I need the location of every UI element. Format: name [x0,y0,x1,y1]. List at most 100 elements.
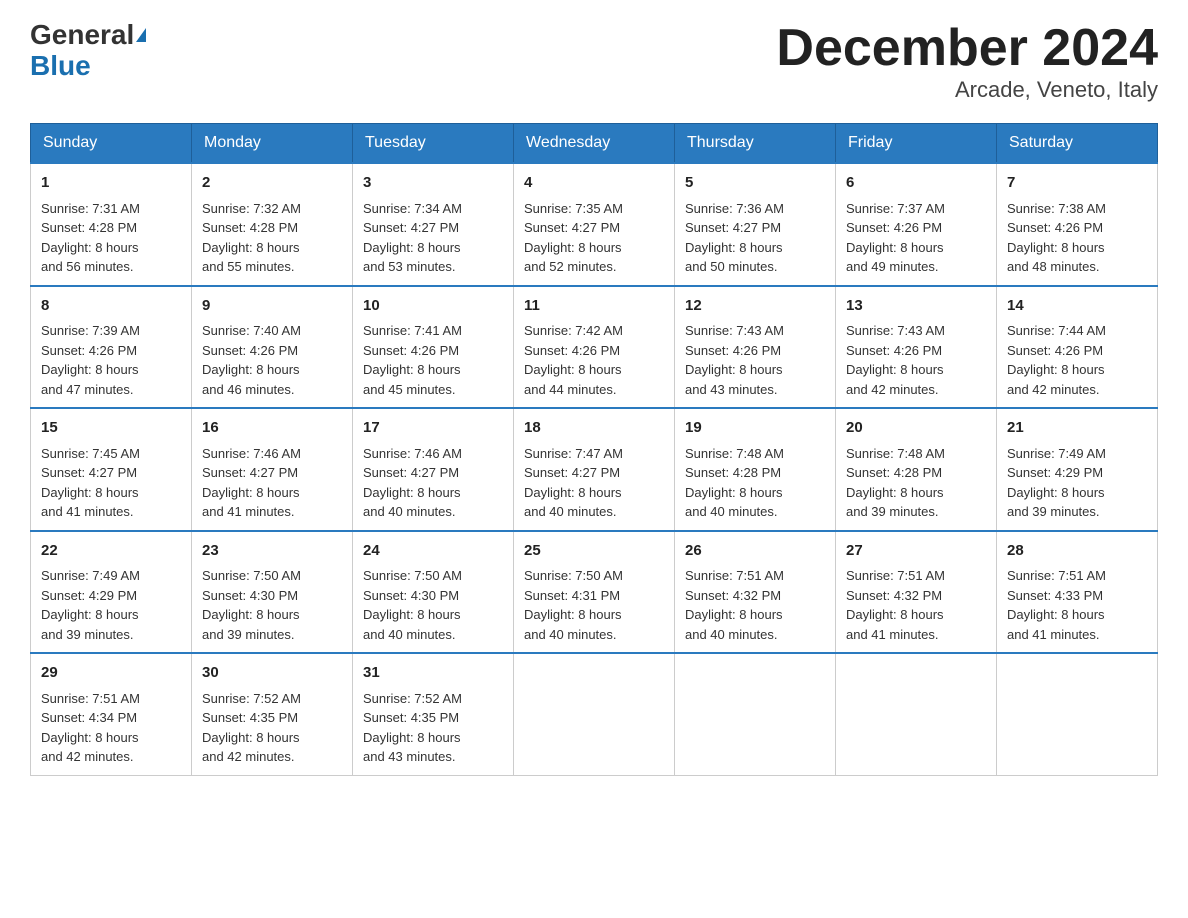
col-header-tuesday: Tuesday [353,124,514,164]
calendar-cell [836,653,997,775]
day-number: 10 [363,295,503,318]
col-header-thursday: Thursday [675,124,836,164]
day-info: Sunrise: 7:35 AMSunset: 4:27 PMDaylight:… [524,199,664,277]
day-number: 27 [846,540,986,563]
week-row-4: 22 Sunrise: 7:49 AMSunset: 4:29 PMDayligh… [31,531,1158,654]
day-number: 3 [363,172,503,195]
day-info: Sunrise: 7:50 AMSunset: 4:30 PMDaylight:… [202,566,342,644]
day-info: Sunrise: 7:46 AMSunset: 4:27 PMDaylight:… [363,444,503,522]
calendar-title: December 2024 [776,20,1158,77]
calendar-cell: 28Sunrise: 7:51 AMSunset: 4:33 PMDayligh… [997,531,1158,654]
day-info: Sunrise: 7:47 AMSunset: 4:27 PMDaylight:… [524,444,664,522]
week-row-1: 1Sunrise: 7:31 AMSunset: 4:28 PMDaylight… [31,163,1158,286]
calendar-cell [997,653,1158,775]
day-info: Sunrise: 7:39 AMSunset: 4:26 PMDaylight:… [41,321,181,399]
day-number: 17 [363,417,503,440]
calendar-cell: 3 Sunrise: 7:34 AMSunset: 4:27 PMDaylight… [353,163,514,286]
day-info: Sunrise: 7:51 AMSunset: 4:32 PMDaylight:… [685,566,825,644]
day-number: 21 [1007,417,1147,440]
col-header-monday: Monday [192,124,353,164]
day-number: 1 [41,172,181,195]
day-number: 25 [524,540,664,563]
day-info: Sunrise: 7:36 AMSunset: 4:27 PMDaylight:… [685,199,825,277]
calendar-cell: 12 Sunrise: 7:43 AMSunset: 4:26 PMDayligh… [675,286,836,409]
title-block: December 2024 Arcade, Veneto, Italy [776,20,1158,103]
calendar-cell: 16Sunrise: 7:46 AMSunset: 4:27 PMDayligh… [192,408,353,531]
day-number: 4 [524,172,664,195]
day-number: 26 [685,540,825,563]
day-number: 22 [41,540,181,563]
calendar-subtitle: Arcade, Veneto, Italy [776,77,1158,103]
day-number: 6 [846,172,986,195]
day-info: Sunrise: 7:32 AMSunset: 4:28 PMDaylight:… [202,199,342,277]
day-info: Sunrise: 7:51 AMSunset: 4:32 PMDaylight:… [846,566,986,644]
day-info: Sunrise: 7:48 AMSunset: 4:28 PMDaylight:… [685,444,825,522]
calendar-cell: 14 Sunrise: 7:44 AMSunset: 4:26 PMDayligh… [997,286,1158,409]
day-info: Sunrise: 7:45 AMSunset: 4:27 PMDaylight:… [41,444,181,522]
day-number: 16 [202,417,342,440]
day-number: 12 [685,295,825,318]
day-info: Sunrise: 7:43 AMSunset: 4:26 PMDaylight:… [685,321,825,399]
day-info: Sunrise: 7:50 AMSunset: 4:30 PMDaylight:… [363,566,503,644]
day-number: 7 [1007,172,1147,195]
calendar-cell: 30 Sunrise: 7:52 AMSunset: 4:35 PMDayligh… [192,653,353,775]
calendar-cell: 18 Sunrise: 7:47 AMSunset: 4:27 PMDayligh… [514,408,675,531]
day-info: Sunrise: 7:48 AMSunset: 4:28 PMDaylight:… [846,444,986,522]
day-number: 2 [202,172,342,195]
calendar-cell: 31Sunrise: 7:52 AMSunset: 4:35 PMDayligh… [353,653,514,775]
col-header-friday: Friday [836,124,997,164]
day-number: 24 [363,540,503,563]
calendar-header-row: SundayMondayTuesdayWednesdayThursdayFrid… [31,124,1158,164]
calendar-cell: 10 Sunrise: 7:41 AMSunset: 4:26 PMDayligh… [353,286,514,409]
calendar-cell: 5 Sunrise: 7:36 AMSunset: 4:27 PMDaylight… [675,163,836,286]
day-number: 9 [202,295,342,318]
day-number: 18 [524,417,664,440]
day-info: Sunrise: 7:49 AMSunset: 4:29 PMDaylight:… [1007,444,1147,522]
calendar-cell: 23 Sunrise: 7:50 AMSunset: 4:30 PMDayligh… [192,531,353,654]
day-number: 28 [1007,540,1147,563]
page-header: General Blue December 2024 Arcade, Venet… [30,20,1158,103]
day-info: Sunrise: 7:43 AMSunset: 4:26 PMDaylight:… [846,321,986,399]
day-info: Sunrise: 7:41 AMSunset: 4:26 PMDaylight:… [363,321,503,399]
day-number: 30 [202,662,342,685]
day-number: 14 [1007,295,1147,318]
day-info: Sunrise: 7:42 AMSunset: 4:26 PMDaylight:… [524,321,664,399]
calendar-cell [514,653,675,775]
week-row-3: 15 Sunrise: 7:45 AMSunset: 4:27 PMDayligh… [31,408,1158,531]
calendar-cell: 29 Sunrise: 7:51 AMSunset: 4:34 PMDayligh… [31,653,192,775]
day-info: Sunrise: 7:50 AMSunset: 4:31 PMDaylight:… [524,566,664,644]
logo-triangle-icon [136,28,146,42]
logo: General Blue [30,20,146,82]
day-number: 11 [524,295,664,318]
logo-general-text: General [30,20,146,51]
calendar-cell [675,653,836,775]
col-header-wednesday: Wednesday [514,124,675,164]
day-number: 15 [41,417,181,440]
day-number: 5 [685,172,825,195]
day-number: 31 [363,662,503,685]
calendar-cell: 26 Sunrise: 7:51 AMSunset: 4:32 PMDayligh… [675,531,836,654]
week-row-5: 29 Sunrise: 7:51 AMSunset: 4:34 PMDayligh… [31,653,1158,775]
calendar-table: SundayMondayTuesdayWednesdayThursdayFrid… [30,123,1158,776]
day-info: Sunrise: 7:34 AMSunset: 4:27 PMDaylight:… [363,199,503,277]
calendar-cell: 17 Sunrise: 7:46 AMSunset: 4:27 PMDayligh… [353,408,514,531]
day-info: Sunrise: 7:37 AMSunset: 4:26 PMDaylight:… [846,199,986,277]
day-info: Sunrise: 7:44 AMSunset: 4:26 PMDaylight:… [1007,321,1147,399]
col-header-saturday: Saturday [997,124,1158,164]
logo-blue-text: Blue [30,51,146,82]
day-info: Sunrise: 7:52 AMSunset: 4:35 PMDaylight:… [202,689,342,767]
calendar-cell: 8 Sunrise: 7:39 AMSunset: 4:26 PMDaylight… [31,286,192,409]
calendar-cell: 15 Sunrise: 7:45 AMSunset: 4:27 PMDayligh… [31,408,192,531]
day-info: Sunrise: 7:49 AMSunset: 4:29 PMDaylight:… [41,566,181,644]
calendar-cell: 19Sunrise: 7:48 AMSunset: 4:28 PMDayligh… [675,408,836,531]
calendar-cell: 24 Sunrise: 7:50 AMSunset: 4:30 PMDayligh… [353,531,514,654]
day-number: 8 [41,295,181,318]
calendar-cell: 20 Sunrise: 7:48 AMSunset: 4:28 PMDayligh… [836,408,997,531]
day-number: 20 [846,417,986,440]
day-info: Sunrise: 7:51 AMSunset: 4:34 PMDaylight:… [41,689,181,767]
week-row-2: 8 Sunrise: 7:39 AMSunset: 4:26 PMDaylight… [31,286,1158,409]
day-number: 23 [202,540,342,563]
day-number: 29 [41,662,181,685]
day-info: Sunrise: 7:40 AMSunset: 4:26 PMDaylight:… [202,321,342,399]
calendar-cell: 22 Sunrise: 7:49 AMSunset: 4:29 PMDayligh… [31,531,192,654]
